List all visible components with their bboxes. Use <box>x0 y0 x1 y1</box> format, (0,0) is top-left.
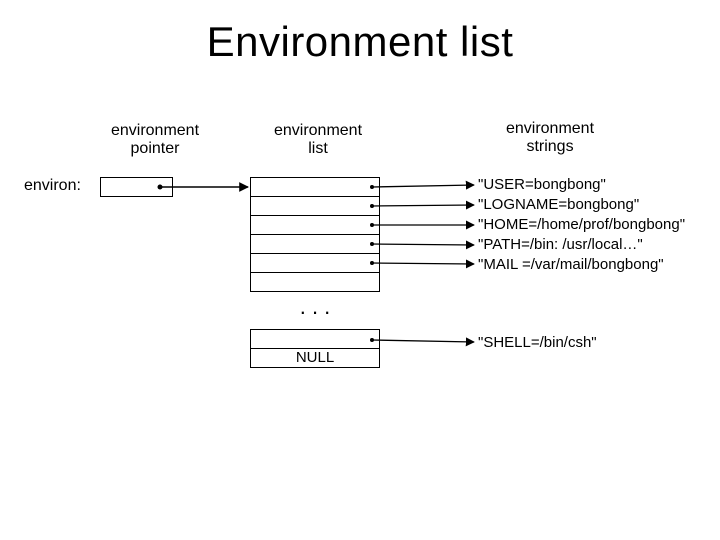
slide-root: Environment list environmentpointer envi… <box>0 0 720 540</box>
list-cell-1 <box>250 196 380 216</box>
list-cell-last <box>250 329 380 349</box>
header-environment-strings: environmentstrings <box>490 120 610 157</box>
header-pointer-text: environmentpointer <box>111 122 199 157</box>
environ-label: environ: <box>24 177 81 195</box>
page-title: Environment list <box>0 18 720 66</box>
environment-list-column: . . . NULL <box>250 177 380 367</box>
env-string-shell: "SHELL=/bin/csh" <box>478 333 685 353</box>
env-string-logname: "LOGNAME=bongbong" <box>478 195 685 215</box>
header-environment-list: environmentlist <box>263 122 373 159</box>
env-string-mail: "MAIL =/var/mail/bongbong" <box>478 255 685 275</box>
env-string-path: "PATH=/bin: /usr/local…" <box>478 235 685 255</box>
list-cell-null: NULL <box>250 348 380 368</box>
list-cell-3 <box>250 234 380 254</box>
header-environment-pointer: environmentpointer <box>100 122 210 159</box>
list-cell-5 <box>250 272 380 292</box>
environment-strings-column: "USER=bongbong" "LOGNAME=bongbong" "HOME… <box>478 175 685 353</box>
header-list-text: environmentlist <box>274 122 362 157</box>
list-cell-4 <box>250 253 380 273</box>
list-cell-2 <box>250 215 380 235</box>
env-string-home: "HOME=/home/prof/bongbong" <box>478 215 685 235</box>
env-string-gap <box>478 275 685 333</box>
list-ellipsis: . . . <box>250 291 380 329</box>
header-strings-text: environmentstrings <box>506 120 594 155</box>
env-string-user: "USER=bongbong" <box>478 175 685 195</box>
list-cell-0 <box>250 177 380 197</box>
environ-pointer-box <box>100 177 173 197</box>
